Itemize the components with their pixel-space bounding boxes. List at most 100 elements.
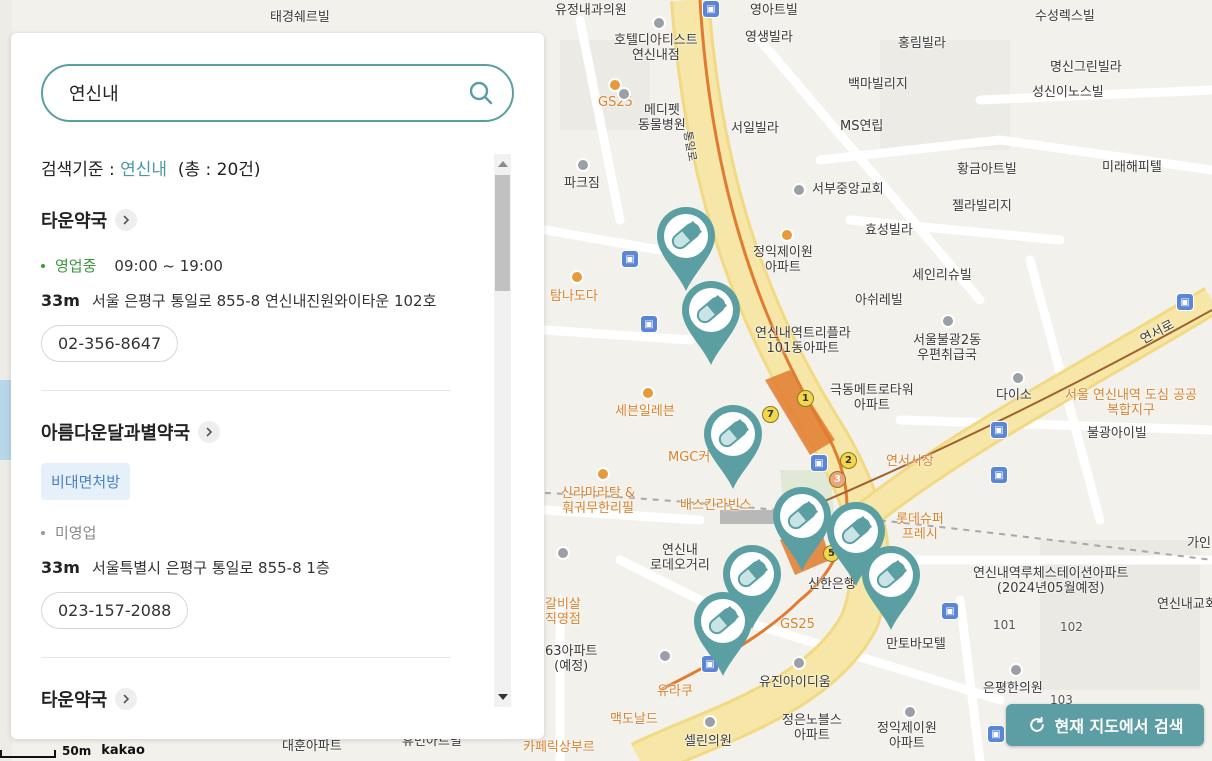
map-label: 연신내역트리플라 101동아파트 bbox=[755, 326, 851, 356]
map-label: 태경쉐르빌 bbox=[270, 10, 330, 25]
pharmacy-marker[interactable] bbox=[692, 590, 754, 678]
poi-icon bbox=[658, 649, 672, 663]
status-text: 영업중 bbox=[55, 257, 97, 275]
map-label: 정은노블스 아파트 bbox=[782, 713, 842, 743]
map-label: 신라마라탕 & 훠궈무한리필 bbox=[561, 486, 636, 516]
search-box bbox=[41, 64, 514, 122]
bus-stop-icon: ▣ bbox=[987, 725, 1005, 743]
map-label: 백마빌리지 bbox=[848, 77, 908, 92]
map-label: 102 bbox=[1060, 620, 1083, 634]
result-count: (총 : 20건) bbox=[177, 160, 261, 180]
scale-bar bbox=[0, 750, 56, 758]
map-label: 연서시장 bbox=[886, 454, 934, 469]
map-label: 황금아트빌 bbox=[957, 162, 1017, 177]
address: 서울 은평구 통일로 855-8 연신내진원와이타운 102호 bbox=[91, 292, 437, 310]
poi-icon bbox=[652, 16, 666, 30]
chevron-right-icon[interactable] bbox=[115, 209, 138, 231]
bus-stop-icon: ▣ bbox=[941, 602, 959, 620]
list-scrollbar[interactable] bbox=[494, 154, 511, 707]
map-label: 홍림빌라 bbox=[898, 36, 946, 51]
search-icon[interactable] bbox=[468, 80, 494, 106]
map-label: 갈비살 직영점 bbox=[545, 597, 581, 627]
poi-icon bbox=[780, 228, 794, 242]
status-text: 미영업 bbox=[55, 524, 97, 542]
kakao-logo: kakao bbox=[101, 743, 145, 758]
map-label: 세인리슈빌 bbox=[912, 268, 972, 283]
map-label: 명신그린빌라 bbox=[1050, 60, 1122, 75]
bus-stop-icon: ▣ bbox=[990, 466, 1008, 484]
subway-exit-icon: 7 bbox=[762, 406, 779, 423]
pharmacy-marker[interactable] bbox=[702, 403, 764, 491]
address: 서울특별시 은평구 통일로 855-8 1층 bbox=[91, 559, 330, 577]
scroll-up-icon[interactable] bbox=[498, 161, 508, 167]
map-label: 배스킨라빈스 bbox=[680, 498, 752, 513]
scrollbar-thumb[interactable] bbox=[495, 175, 510, 291]
pharmacy-name: 타운약국 bbox=[41, 211, 108, 232]
pharmacy-name-link[interactable]: 타운약국 bbox=[41, 207, 451, 233]
poi-icon bbox=[570, 270, 584, 284]
pharmacy-marker[interactable] bbox=[680, 279, 742, 367]
map-label: 대훈아파트 bbox=[282, 739, 342, 754]
list-item: 아름다운달과별약국 비대면처방 미영업 33m 서울특별시 은평구 통일로 85… bbox=[41, 419, 451, 658]
bus-stop-icon: ▣ bbox=[621, 250, 639, 268]
map-label: 메디펫 동물병원 bbox=[638, 103, 686, 133]
map-label: 서울 연신내역 도심 공공 복합지구 bbox=[1065, 388, 1197, 418]
map-label: 젤라빌리지 bbox=[952, 199, 1012, 214]
search-current-map-button[interactable]: 현재 지도에서 검색 bbox=[1006, 704, 1204, 746]
map-label: 카페릭상부르 bbox=[523, 740, 595, 755]
poi-icon bbox=[792, 183, 806, 197]
pharmacy-name-link[interactable]: 아름다운달과별약국 bbox=[41, 419, 451, 445]
map-scale: 50m kakao bbox=[0, 736, 145, 758]
map-label: 극동메트로타워 아파트 bbox=[830, 383, 914, 413]
pharmacy-marker[interactable] bbox=[860, 544, 922, 632]
map-label: 101 bbox=[993, 618, 1016, 632]
poi-icon bbox=[941, 314, 955, 328]
refresh-icon bbox=[1029, 716, 1044, 732]
search-current-map-label: 현재 지도에서 검색 bbox=[1054, 717, 1184, 736]
bus-stop-icon: ▣ bbox=[702, 0, 720, 18]
criteria-label: 검색기준 : bbox=[41, 160, 115, 180]
map-label: 성신이노스빌 bbox=[1032, 85, 1104, 100]
map-label: 유라쿠 bbox=[657, 684, 693, 699]
map-label: 가인 bbox=[1187, 536, 1211, 551]
pharmacy-name: 타운약국 bbox=[41, 690, 108, 711]
search-panel: 검색기준 : 연신내 (총 : 20건) 타운약국 영업중 09:00 ~ 19… bbox=[11, 33, 544, 739]
phone-button[interactable]: 023-157-2088 bbox=[41, 592, 189, 629]
poi-icon bbox=[1011, 371, 1025, 385]
scroll-down-icon[interactable] bbox=[498, 694, 508, 700]
search-input[interactable] bbox=[69, 82, 449, 104]
map-label: 연신내교회 bbox=[1157, 597, 1212, 612]
map-label: 연신내 로데오거리 bbox=[650, 543, 710, 573]
map-label: 유진아이디움 bbox=[759, 675, 831, 690]
map-label: 다이소 bbox=[996, 388, 1032, 403]
poi-icon bbox=[703, 715, 717, 729]
map-label: 연신내역루체스테이션아파트 (2024년05월예정) bbox=[973, 566, 1129, 596]
map-label: 유정내과의원 bbox=[555, 3, 627, 18]
business-status: 영업중 09:00 ~ 19:00 bbox=[41, 255, 451, 276]
result-list: 타운약국 영업중 09:00 ~ 19:00 33m 서울 은평구 통일로 85… bbox=[41, 203, 451, 739]
map-label: 파크짐 bbox=[564, 176, 600, 191]
map-label: 효성빌라 bbox=[865, 223, 913, 238]
map-label: 정익제이원 아파트 bbox=[877, 721, 937, 751]
poi-icon bbox=[596, 467, 610, 481]
map-label: 롯데슈퍼 프레시 bbox=[896, 512, 944, 542]
bus-stop-icon: ▣ bbox=[810, 454, 828, 472]
business-hours: 09:00 ~ 19:00 bbox=[114, 256, 223, 275]
phone-button[interactable]: 02-356-8647 bbox=[41, 325, 179, 362]
chevron-right-icon[interactable] bbox=[198, 421, 221, 443]
map-label: 셀린의원 bbox=[684, 734, 732, 749]
map-label: 영생빌라 bbox=[745, 30, 793, 45]
scale-label: 50m bbox=[62, 744, 92, 758]
map-label: 호텔디아티스트 연신내점 bbox=[614, 33, 698, 63]
distance: 33m bbox=[41, 291, 80, 310]
status-dot bbox=[41, 530, 45, 535]
map-label: GS25 bbox=[780, 617, 815, 632]
map-label: 만토바모텔 bbox=[886, 637, 946, 652]
map-label: 불광아이빌 bbox=[1087, 426, 1147, 441]
chevron-right-icon[interactable] bbox=[115, 688, 138, 710]
map-label: 미래해피텔 bbox=[1102, 160, 1162, 175]
poi-icon bbox=[1009, 663, 1023, 677]
pharmacy-name: 아름다운달과별약국 bbox=[41, 423, 191, 444]
map-label: 영아트빌 bbox=[750, 3, 798, 18]
pharmacy-name-link[interactable]: 타운약국 bbox=[41, 686, 451, 712]
